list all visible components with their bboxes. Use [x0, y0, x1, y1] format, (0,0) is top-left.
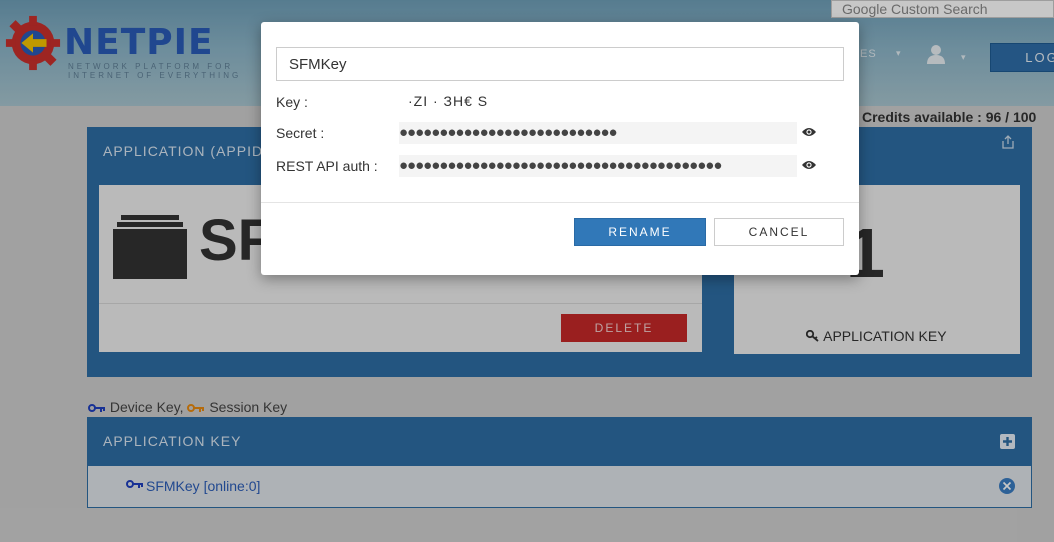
rest-api-auth-label: REST API auth :: [276, 158, 378, 174]
modal-divider: [261, 202, 859, 203]
cancel-button[interactable]: CANCEL: [714, 218, 844, 246]
rest-api-auth-field[interactable]: ●●●●●●●●●●●●●●●●●●●●●●●●●●●●●●●●●●●●●●●●: [399, 155, 797, 177]
eye-icon[interactable]: [801, 159, 817, 171]
key-value: ·ZI · ЗН€ S: [408, 93, 489, 109]
secret-label: Secret :: [276, 125, 325, 141]
rename-key-dialog: Key : ·ZI · ЗН€ S Secret : ●●●●●●●●●●●●●…: [261, 22, 859, 275]
rename-button[interactable]: RENAME: [574, 218, 706, 246]
eye-icon[interactable]: [801, 126, 817, 138]
key-label: Key :: [276, 94, 308, 110]
secret-field[interactable]: ●●●●●●●●●●●●●●●●●●●●●●●●●●●: [399, 122, 797, 144]
key-name-input[interactable]: [276, 47, 844, 81]
